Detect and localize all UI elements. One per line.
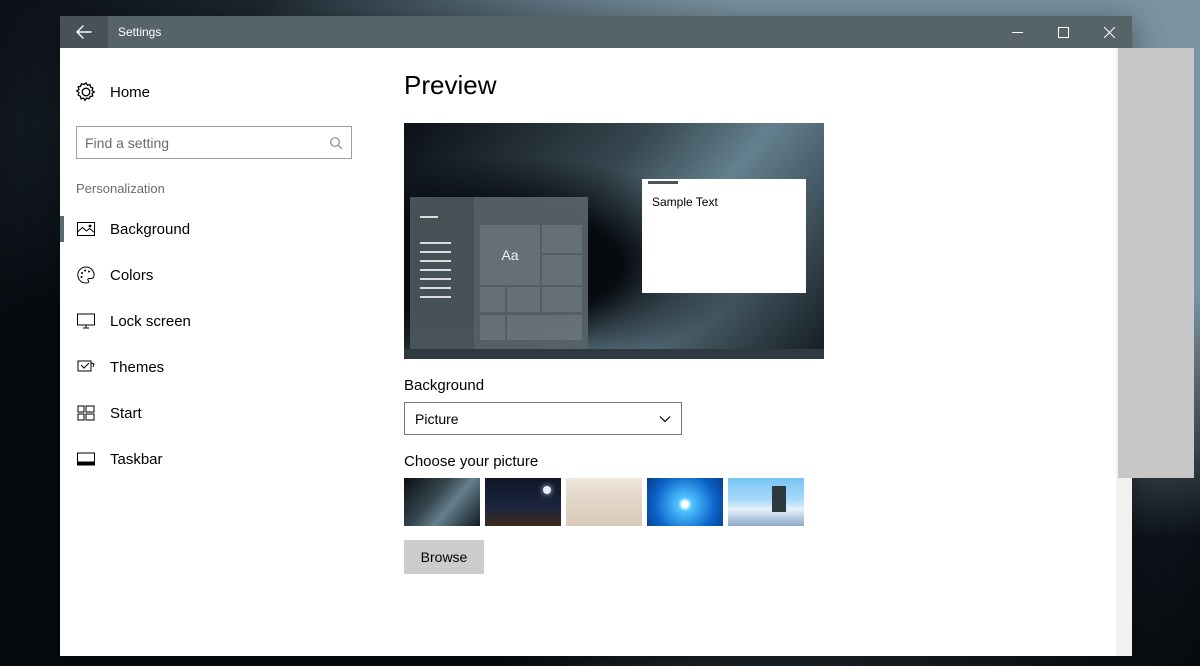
preview-start-tiles: Aa bbox=[474, 197, 588, 349]
picture-thumb-4[interactable] bbox=[647, 478, 723, 526]
sidebar-item-label: Taskbar bbox=[110, 451, 163, 468]
vertical-scrollbar[interactable] bbox=[1116, 48, 1132, 656]
monitor-icon bbox=[76, 311, 96, 331]
sidebar-item-colors[interactable]: Colors bbox=[60, 252, 380, 298]
desktop-preview: Aa Sample Text bbox=[404, 123, 824, 359]
sidebar-item-lockscreen[interactable]: Lock screen bbox=[60, 298, 380, 344]
sidebar-item-taskbar[interactable]: Taskbar bbox=[60, 436, 380, 482]
sidebar-item-background[interactable]: Background bbox=[60, 206, 380, 252]
sidebar-item-start[interactable]: Start bbox=[60, 390, 380, 436]
sidebar-item-label: Background bbox=[110, 221, 190, 238]
titlebar: Settings bbox=[60, 16, 1132, 48]
minimize-icon bbox=[1012, 27, 1023, 38]
picture-thumb-2[interactable] bbox=[485, 478, 561, 526]
preview-start-list bbox=[410, 197, 474, 349]
browse-button[interactable]: Browse bbox=[404, 540, 484, 574]
preview-taskbar bbox=[404, 349, 824, 359]
preview-sample-text: Sample Text bbox=[642, 187, 806, 217]
close-button[interactable] bbox=[1086, 16, 1132, 48]
palette-icon bbox=[76, 265, 96, 285]
background-label: Background bbox=[404, 377, 1092, 394]
minimize-button[interactable] bbox=[994, 16, 1040, 48]
sidebar-item-label: Colors bbox=[110, 267, 153, 284]
picture-thumb-5[interactable] bbox=[728, 478, 804, 526]
home-nav[interactable]: Home bbox=[76, 70, 364, 114]
arrow-left-icon bbox=[76, 24, 92, 40]
search-input[interactable]: Find a setting bbox=[76, 126, 352, 159]
choose-picture-label: Choose your picture bbox=[404, 453, 1092, 470]
maximize-button[interactable] bbox=[1040, 16, 1086, 48]
sidebar-item-themes[interactable]: Themes bbox=[60, 344, 380, 390]
preview-tile-aa: Aa bbox=[480, 225, 540, 285]
settings-window: Settings Home Find a setting bbox=[60, 16, 1132, 656]
close-icon bbox=[1104, 27, 1115, 38]
taskbar-icon bbox=[76, 449, 96, 469]
picture-thumbnails bbox=[404, 478, 1092, 526]
chevron-down-icon bbox=[659, 413, 671, 425]
back-button[interactable] bbox=[60, 16, 108, 48]
search-placeholder: Find a setting bbox=[85, 135, 329, 151]
gear-icon bbox=[76, 82, 96, 102]
sidebar-item-label: Themes bbox=[110, 359, 164, 376]
home-label: Home bbox=[110, 84, 150, 101]
desktop-wallpaper: Settings Home Find a setting bbox=[0, 0, 1200, 666]
picture-thumb-3[interactable] bbox=[566, 478, 642, 526]
preview-sample-window: Sample Text bbox=[642, 179, 806, 293]
scrollbar-thumb[interactable] bbox=[1118, 48, 1194, 478]
sidebar-item-label: Lock screen bbox=[110, 313, 191, 330]
sidebar-item-label: Start bbox=[110, 405, 142, 422]
picture-icon bbox=[76, 219, 96, 239]
window-title: Settings bbox=[108, 16, 161, 48]
background-value: Picture bbox=[415, 411, 459, 427]
content-pane: Preview Aa Sample Text bbox=[380, 48, 1132, 656]
maximize-icon bbox=[1058, 27, 1069, 38]
sidebar-nav: Background Colors Lock screen Themes bbox=[76, 206, 364, 482]
background-dropdown[interactable]: Picture bbox=[404, 402, 682, 435]
sidebar-category: Personalization bbox=[76, 181, 364, 196]
page-title: Preview bbox=[404, 70, 1092, 101]
sidebar: Home Find a setting Personalization Back… bbox=[60, 48, 380, 656]
search-icon bbox=[329, 136, 343, 150]
start-grid-icon bbox=[76, 403, 96, 423]
picture-thumb-1[interactable] bbox=[404, 478, 480, 526]
themes-icon bbox=[76, 357, 96, 377]
